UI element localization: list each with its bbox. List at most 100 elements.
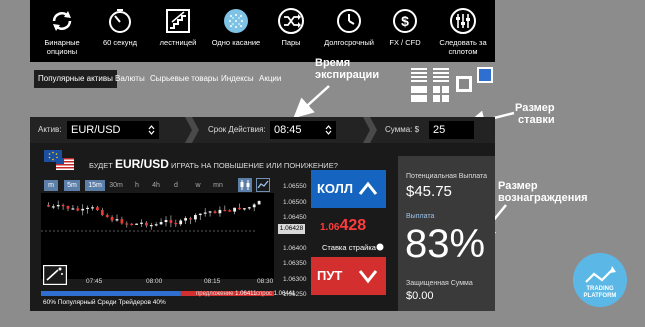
select-arrows-icon xyxy=(148,125,155,135)
badge-text-top: TRADING xyxy=(586,286,614,292)
candle-body xyxy=(233,207,236,212)
candle-body xyxy=(213,211,217,214)
chart-tools-icon[interactable] xyxy=(43,265,67,285)
timeframe-w[interactable]: w xyxy=(192,180,204,191)
sliders-icon xyxy=(450,8,476,34)
option-type-one-touch[interactable]: Одно касание xyxy=(207,6,265,62)
callout-stake-title: Размер xyxy=(515,102,555,114)
question-suffix: ИГРАТЬ НА ПОВЫШЕНИЕ ИЛИ ПОНИЖЕНИЕ? xyxy=(171,161,338,170)
candle-body xyxy=(120,219,124,224)
candle-body xyxy=(140,222,143,224)
select-arrows-icon xyxy=(325,125,332,135)
price-tick: 1.06500 xyxy=(283,199,307,206)
option-type-long-term[interactable]: Долгосрочный xyxy=(320,6,378,62)
asset-select[interactable]: EUR/USD xyxy=(67,121,159,139)
option-type-60-seconds[interactable]: 60 секунд xyxy=(91,6,149,62)
one-touch-icon xyxy=(224,9,248,33)
candle-body xyxy=(228,210,232,212)
candle-body xyxy=(135,223,138,225)
option-type-ladder[interactable]: лестницей xyxy=(149,6,207,62)
callout-expiry-subtitle: экспирации xyxy=(315,69,380,81)
clock-icon xyxy=(337,9,361,33)
trader-sentiment-text: 60% Популярный Среди Трейдеров 40% xyxy=(43,299,166,306)
amount-value: 25 xyxy=(433,124,446,136)
split-view-icon[interactable] xyxy=(411,86,427,102)
strike-price-suffix: 428 xyxy=(339,217,367,234)
callout-reward-title: Размер xyxy=(498,180,538,192)
list-view-icon[interactable] xyxy=(411,67,427,83)
full-view-icon[interactable] xyxy=(477,67,493,83)
trading-platform-badge: TRADING PLATFORM xyxy=(573,253,627,307)
candle-body xyxy=(110,216,114,221)
put-button[interactable]: ПУТ xyxy=(311,257,386,295)
expiry-select[interactable]: 08:45 xyxy=(270,121,336,139)
line-chart-icon[interactable] xyxy=(256,178,270,192)
timeframe-5m[interactable]: 5m xyxy=(64,180,80,191)
timeframe-4h[interactable]: 4h xyxy=(148,180,164,191)
callout-expiry-title: Время xyxy=(315,57,351,69)
candle-body xyxy=(51,206,55,208)
ask-quote: спрос 1.06441 xyxy=(256,291,295,297)
candle-body xyxy=(105,215,109,217)
expiry-arrow xyxy=(293,85,330,119)
timeframe-mn[interactable]: mn xyxy=(210,180,226,191)
protected-amount-label: Защищенная Сумма xyxy=(406,280,473,287)
timeframe-d[interactable]: d xyxy=(170,180,182,191)
candle-body xyxy=(189,218,192,220)
option-type-label: Следовать за сплотом xyxy=(439,38,487,56)
trading-screen: Бинарные опционы 60 секунд лестницей Одн… xyxy=(0,0,645,327)
option-type-label: Бинарные опционы xyxy=(44,38,80,56)
grid-view-icon[interactable] xyxy=(433,86,449,102)
candle-body xyxy=(198,213,202,216)
call-button[interactable]: КОЛЛ xyxy=(311,170,386,208)
tab-currencies[interactable]: Валюты xyxy=(111,70,149,88)
strike-price-prefix: 1.06 xyxy=(320,222,340,233)
amount-input[interactable]: 25 xyxy=(429,121,474,139)
option-type-pairs[interactable]: Пары xyxy=(262,6,320,62)
option-type-label: Долгосрочный xyxy=(324,38,374,47)
direction-question: БУДЕТ EUR/USD ИГРАТЬ НА ПОВЫШЕНИЕ ИЛИ ПО… xyxy=(89,157,338,171)
option-type-label: FX / CFD xyxy=(389,38,421,47)
candle-body xyxy=(47,205,50,207)
put-label: ПУТ xyxy=(317,268,343,283)
ask-label: спрос xyxy=(256,291,272,297)
candle-body xyxy=(179,220,183,225)
price-tick: 1.06450 xyxy=(283,214,307,221)
timeframe-h[interactable]: h xyxy=(130,180,144,191)
timeframe-15m[interactable]: 15m xyxy=(85,180,105,191)
candle-body xyxy=(223,209,227,212)
strike-label: Ставка страйка xyxy=(322,243,376,252)
time-tick: 08:15 xyxy=(204,278,221,285)
option-type-label: Одно касание xyxy=(211,38,261,47)
candle-body xyxy=(243,208,246,210)
candle-body xyxy=(184,218,187,221)
timeframe-30m[interactable]: 30m xyxy=(107,180,125,191)
tab-stocks[interactable]: Акции xyxy=(255,70,285,88)
compact-view-icon[interactable] xyxy=(433,67,449,83)
tab-commodities[interactable]: Сырьевые товары xyxy=(146,70,222,88)
candle-body xyxy=(169,220,173,223)
candle-body xyxy=(194,215,197,220)
amount-label: Сумма: $ xyxy=(385,125,420,134)
candle-body xyxy=(66,205,70,209)
bid-label: предложение xyxy=(196,291,234,297)
ask-value: 1.06441 xyxy=(273,291,296,297)
question-prefix: БУДЕТ xyxy=(89,161,113,170)
option-type-fx-cfd[interactable]: $ FX / CFD xyxy=(376,6,434,62)
info-icon[interactable] xyxy=(376,243,384,251)
candle-body xyxy=(86,207,89,210)
timeframe-m[interactable]: m xyxy=(44,180,58,191)
time-tick: 08:30 xyxy=(257,278,274,285)
tab-indices[interactable]: Индексы xyxy=(217,70,258,88)
option-type-binary[interactable]: Бинарные опционы xyxy=(33,6,91,62)
candle-body xyxy=(149,225,153,227)
single-view-icon[interactable] xyxy=(456,76,472,92)
price-tick: 1.06300 xyxy=(283,276,307,283)
candlestick-chart-icon[interactable] xyxy=(238,178,252,192)
candle-body xyxy=(154,224,158,226)
candle-body xyxy=(115,219,119,221)
tab-popular-assets[interactable]: Популярные активы xyxy=(34,70,117,88)
call-label: КОЛЛ xyxy=(317,181,353,196)
candle-body xyxy=(96,207,99,211)
option-type-follow[interactable]: Следовать за сплотом xyxy=(434,6,492,62)
